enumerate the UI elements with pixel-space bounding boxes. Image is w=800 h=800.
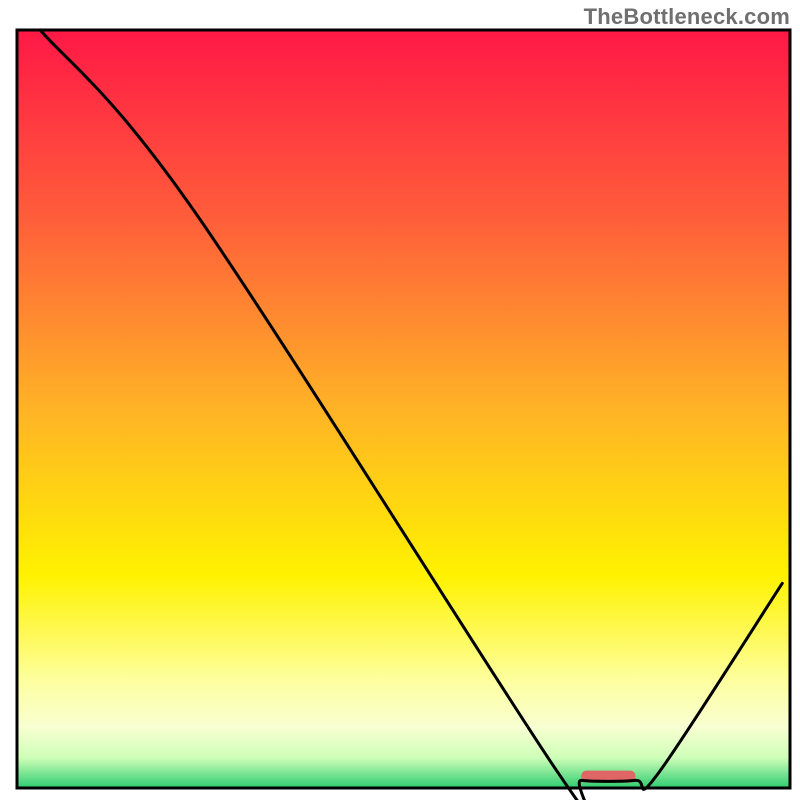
chart-container: TheBottleneck.com [0, 0, 800, 800]
plot-background [17, 30, 790, 788]
watermark-label: TheBottleneck.com [584, 4, 790, 30]
bottleneck-chart [0, 0, 800, 800]
